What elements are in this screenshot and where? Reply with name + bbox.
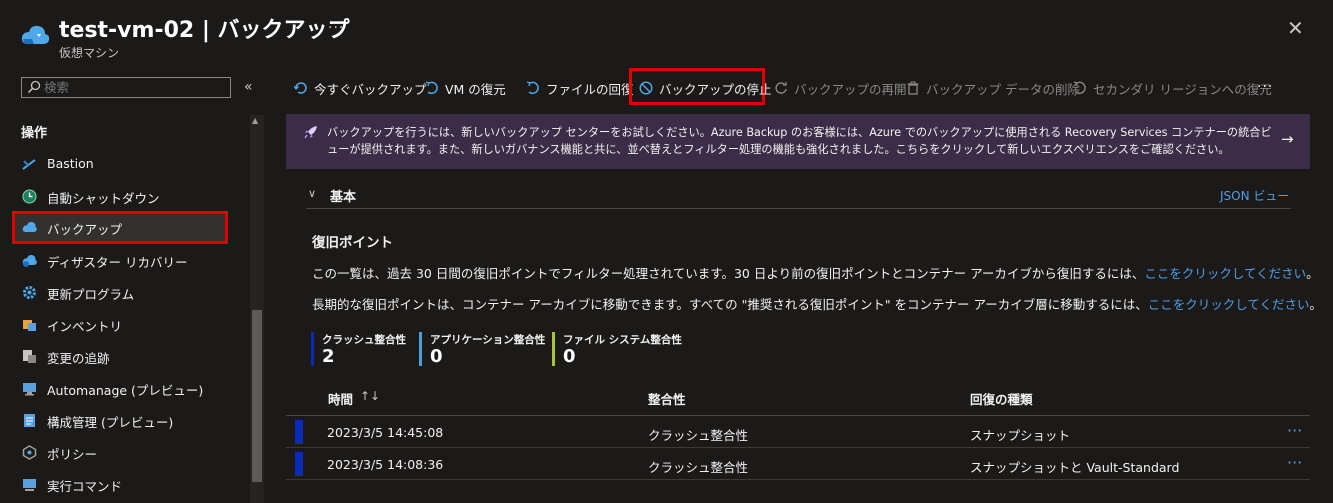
sidebar-item-label: 変更の追跡 (47, 351, 110, 366)
scroll-up-arrow-icon[interactable]: ▲ (252, 116, 258, 125)
automanage-icon (23, 383, 36, 396)
sidebar-item-policy[interactable]: ポリシー (12, 436, 248, 468)
recovery-info-paragraph-2: 長期的な復旧ポイントは、コンテナー アーカイブに移動できます。すべての "推奨さ… (312, 297, 1323, 312)
table-row[interactable]: 2023/3/5 14:45:08 クラッシュ整合性 スナップショット ··· (286, 416, 1310, 448)
delete-backup-data-button[interactable]: バックアップ データの削除 (906, 77, 1080, 99)
clock-icon (22, 189, 37, 204)
secondary-region-restore-label: セカンダリ リージョンへの復元 (1093, 81, 1272, 97)
column-header-consistency: 整合性 (648, 392, 686, 407)
sidebar-item-automanage[interactable]: Automanage (プレビュー) (12, 372, 248, 404)
sidebar-item-inventory[interactable]: インベントリ (12, 308, 248, 340)
inventory-icon (23, 320, 36, 331)
backup-now-label: 今すぐバックアップ (314, 81, 427, 97)
restore-icon (425, 81, 438, 95)
sidebar-item-disaster-recovery[interactable]: ディザスター リカバリー (12, 244, 248, 276)
cloud-recovery-icon (22, 254, 37, 267)
sidebar-item-updates[interactable]: 更新プログラム (12, 276, 248, 308)
change-tracking-icon (23, 350, 36, 363)
run-command-icon (23, 479, 36, 491)
row-more-icon[interactable]: ··· (1287, 453, 1302, 472)
restore-icon (1073, 81, 1086, 95)
click-here-link-1[interactable]: ここをクリックしてください (1144, 266, 1306, 281)
divider (306, 208, 1291, 209)
resume-backup-button[interactable]: バックアップの再開 (774, 77, 907, 99)
click-here-link-2[interactable]: ここをクリックしてください (1148, 297, 1310, 312)
backup-cloud-icon (22, 221, 37, 232)
search-input[interactable] (44, 79, 224, 96)
crash-consistent-marker (295, 452, 303, 476)
more-options-icon[interactable]: ··· (328, 20, 344, 36)
bastion-icon (22, 159, 36, 170)
backup-now-button[interactable]: 今すぐバックアップ (294, 77, 427, 99)
restore-vm-button[interactable]: VM の復元 (425, 77, 506, 99)
sidebar-item-label: Automanage (プレビュー) (47, 383, 204, 398)
recovery-info-paragraph-1: この一覧は、過去 30 日間の復旧ポイントでフィルター処理されています。30 日… (312, 266, 1319, 281)
restore-vm-label: VM の復元 (445, 81, 506, 97)
sidebar-item-label: 自動シャットダウン (47, 191, 160, 206)
config-icon (24, 414, 35, 427)
arrow-right-icon[interactable]: → (1281, 130, 1294, 148)
vm-backup-icon (21, 25, 50, 44)
info-banner[interactable]: バックアップを行うには、新しいバックアップ センターをお試しください。Azure… (286, 114, 1310, 169)
gear-icon (23, 286, 36, 299)
refresh-icon (775, 82, 787, 94)
sidebar-item-label: ディザスター リカバリー (47, 255, 188, 270)
page-title: test-vm-02 | バックアップ (59, 18, 350, 43)
json-view-link[interactable]: JSON ビュー (1220, 187, 1289, 204)
stop-backup-label: バックアップの停止 (659, 81, 772, 97)
delete-backup-data-label: バックアップ データの削除 (926, 81, 1080, 97)
file-recovery-button[interactable]: ファイルの回復 (526, 77, 634, 99)
sidebar-item-label: 実行コマンド (47, 479, 123, 494)
search-icon (27, 80, 41, 94)
sidebar-item-configuration[interactable]: 構成管理 (プレビュー) (12, 404, 248, 436)
page-subtitle: 仮想マシン (59, 46, 120, 60)
stop-backup-button[interactable]: バックアップの停止 (639, 77, 772, 99)
table-row[interactable]: 2023/3/5 14:08:36 クラッシュ整合性 スナップショットと Vau… (286, 448, 1310, 480)
stat-crash-consistent: クラッシュ整合性 2 (311, 332, 406, 367)
toolbar-more-icon[interactable]: ··· (1257, 79, 1273, 95)
file-recovery-icon (526, 81, 539, 95)
collapse-sidebar-icon[interactable]: « (244, 79, 253, 95)
recovery-points-title: 復旧ポイント (312, 235, 393, 251)
stop-icon (639, 81, 653, 95)
banner-text: バックアップを行うには、新しいバックアップ センターをお試しください。Azure… (327, 126, 1272, 156)
crash-consistent-marker (295, 420, 303, 444)
stat-app-consistent: アプリケーション整合性 0 (419, 332, 545, 367)
sidebar-section-heading: 操作 (21, 126, 48, 141)
sort-icon[interactable]: ↑↓ (360, 389, 380, 403)
file-recovery-label: ファイルの回復 (546, 81, 634, 97)
sidebar-item-label: Bastion (47, 156, 94, 171)
trash-icon (907, 81, 919, 95)
column-header-recovery-type: 回復の種類 (970, 392, 1033, 407)
scrollbar-thumb[interactable] (252, 310, 262, 482)
sidebar-item-change-tracking[interactable]: 変更の追跡 (12, 340, 248, 372)
close-icon[interactable]: ✕ (1287, 16, 1304, 40)
sidebar-item-run-command[interactable]: 実行コマンド (12, 468, 248, 500)
sidebar-item-label: インベントリ (47, 319, 123, 334)
column-header-time[interactable]: 時間 (328, 389, 353, 408)
essentials-label[interactable]: 基本 (330, 186, 356, 205)
row-more-icon[interactable]: ··· (1287, 421, 1302, 440)
policy-icon (22, 445, 37, 460)
backup-now-icon (294, 82, 307, 94)
sidebar-item-backup[interactable]: バックアップ (12, 211, 228, 244)
search-box[interactable] (21, 77, 231, 98)
resume-backup-label: バックアップの再開 (794, 81, 907, 97)
sidebar-item-bastion[interactable]: Bastion (12, 148, 248, 180)
rocket-icon (304, 126, 317, 139)
sidebar-item-label: ポリシー (47, 447, 98, 462)
stat-fs-consistent: ファイル システム整合性 0 (552, 332, 682, 367)
sidebar-item-auto-shutdown[interactable]: 自動シャットダウン (12, 180, 248, 212)
sidebar-item-label: 構成管理 (プレビュー) (47, 415, 174, 430)
sidebar-item-label: 更新プログラム (47, 287, 135, 302)
chevron-down-icon[interactable]: ∨ (308, 187, 316, 200)
sidebar-item-label: バックアップ (47, 222, 123, 237)
secondary-region-restore-button[interactable]: セカンダリ リージョンへの復元 (1073, 77, 1272, 99)
